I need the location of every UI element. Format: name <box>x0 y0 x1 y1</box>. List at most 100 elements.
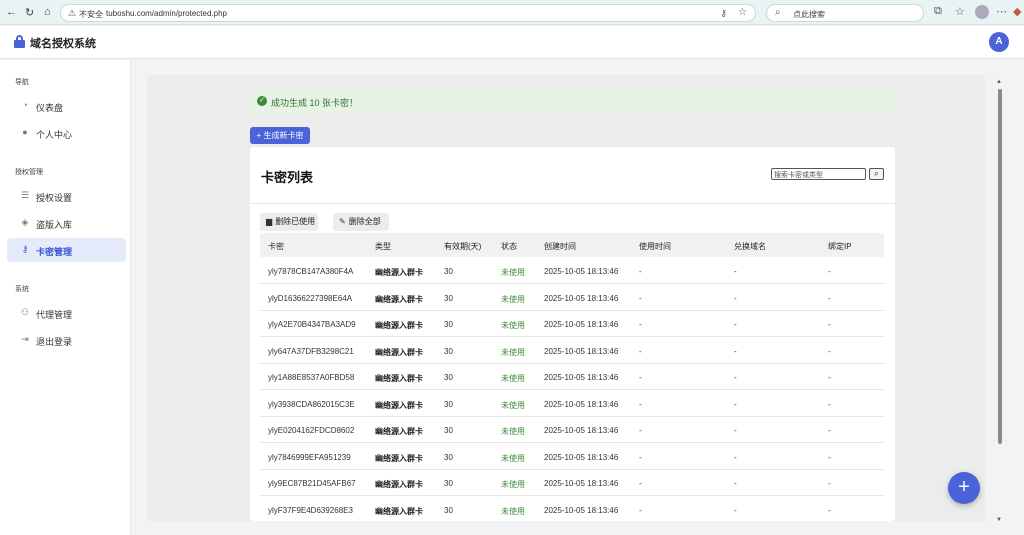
address-bar[interactable]: ⚠ 不安全 tuboshu.com/admin/protected.php ⚷ … <box>60 4 756 22</box>
card-search-placeholder: 搜索卡密或类型 <box>774 172 823 179</box>
used-time-cell: - <box>639 399 642 409</box>
delete-all-button[interactable]: ✎ 删除全部 <box>333 213 389 231</box>
created-time-cell: 2025-10-05 18:13:46 <box>544 267 619 276</box>
logout-icon: ⇥ <box>21 334 29 344</box>
column-header: 创建时间 <box>544 242 576 251</box>
home-icon[interactable]: ⌂ <box>44 6 51 18</box>
domain-cell: - <box>734 293 737 303</box>
created-time-cell: 2025-10-05 18:13:46 <box>544 426 619 435</box>
card-key-cell: ylyA2E70B4347BA3AD9 <box>268 320 356 329</box>
bound-ip-cell: - <box>828 399 831 409</box>
search-icon: ⌕ <box>874 169 879 178</box>
validity-cell: 30 <box>444 479 453 488</box>
scrollbar[interactable]: ▲ ▼ <box>994 75 1006 523</box>
sliders-icon: ☰ <box>20 190 30 200</box>
table-row: ylyE0204162FDCD8602 幽络源入群卡 30 未使用 2025-10-05… <box>260 417 884 443</box>
app-title: 域名授权系统 <box>30 38 96 50</box>
created-time-cell: 2025-10-05 18:13:46 <box>544 346 619 356</box>
table-row: yly1A88E8537A0FBD58 幽络源入群卡 30 未使用 2025-10-05… <box>260 364 884 390</box>
status-cell: 未使用 <box>501 506 525 516</box>
card-list-panel: 卡密列表 搜索卡密或类型 ⌕ ▆ 删除已使用 ✎ 删除全部 卡密 类型 有效期(天)… <box>250 147 895 521</box>
back-icon[interactable]: ← <box>6 6 17 18</box>
refresh-icon[interactable]: ↻ <box>25 6 34 19</box>
add-fab-button[interactable]: + <box>948 472 980 504</box>
card-type-cell: 幽络源入群卡 <box>375 268 423 277</box>
browser-search-placeholder: 点此搜索 <box>793 10 825 19</box>
scroll-down-icon[interactable]: ▼ <box>996 517 1002 523</box>
url-text[interactable]: tuboshu.com/admin/protected.php <box>106 9 227 18</box>
sidebar-item-label: 卡密管理 <box>36 247 73 257</box>
used-time-cell: - <box>639 293 642 303</box>
lock-icon <box>14 35 25 48</box>
key-icon: ⚷ <box>21 244 29 254</box>
success-alert: ✓ 成功生成 10 张卡密！ <box>250 88 895 114</box>
card-key-cell: ylyD16366227398E64A <box>268 293 353 303</box>
trash-icon: ▆ <box>266 217 273 226</box>
column-header: 使用时间 <box>639 242 671 251</box>
key-icon[interactable]: ⚷ <box>720 8 727 19</box>
sidebar-item-profile[interactable]: ● 个人中心 <box>7 121 126 145</box>
more-icon[interactable]: ⋯ <box>996 5 1007 18</box>
broom-icon: ✎ <box>339 217 346 226</box>
bound-ip-cell: - <box>828 426 831 435</box>
status-cell: 未使用 <box>501 294 525 304</box>
table-row: yly9EC87B21D45AFB67 幽络源入群卡 30 未使用 2025-10-05… <box>260 470 884 496</box>
column-header: 绑定IP <box>828 242 852 251</box>
sidebar-item-dashboard[interactable]: ◔ 仪表盘 <box>7 94 126 118</box>
bound-ip-cell: - <box>828 320 831 329</box>
search-icon: ⌕ <box>775 7 781 18</box>
extensions-icon[interactable]: ⧉ <box>934 5 942 18</box>
search-button[interactable]: ⌕ <box>869 168 884 180</box>
domain-cell: - <box>734 346 737 356</box>
validity-cell: 30 <box>444 373 453 382</box>
card-key-cell: yly9EC87B21D45AFB67 <box>268 479 356 488</box>
profile-avatar[interactable] <box>975 5 989 19</box>
star-icon[interactable]: ☆ <box>738 7 747 18</box>
used-time-cell: - <box>639 373 642 382</box>
sidebar-item-label: 个人中心 <box>36 130 73 140</box>
created-time-cell: 2025-10-05 18:13:46 <box>544 293 619 303</box>
status-cell: 未使用 <box>501 453 525 463</box>
favorites-icon[interactable]: ☆ <box>955 5 965 18</box>
browser-search[interactable]: ⌕ 点此搜索 <box>766 4 924 22</box>
card-type-cell: 幽络源入群卡 <box>375 427 423 436</box>
delete-used-button[interactable]: ▆ 删除已使用 <box>260 213 318 231</box>
sidebar-item-cards[interactable]: ⚷ 卡密管理 <box>7 238 126 262</box>
domain-cell: - <box>734 320 737 329</box>
browser-app-icon[interactable]: ◆ <box>1013 5 1021 18</box>
bound-ip-cell: - <box>828 373 831 382</box>
status-cell: 未使用 <box>501 268 525 277</box>
sidebar-item-logout[interactable]: ⇥ 退出登录 <box>7 328 126 352</box>
validity-cell: 30 <box>444 452 453 462</box>
table-row: ylyD16366227398E64A 幽络源入群卡 30 未使用 2025-10-05… <box>260 285 884 311</box>
created-time-cell: 2025-10-05 18:13:46 <box>544 479 619 488</box>
sidebar-item-label: 退出登录 <box>36 337 73 347</box>
status-cell: 未使用 <box>501 347 525 357</box>
domain-cell: - <box>734 373 737 382</box>
sidebar-item-label: 仪表盘 <box>36 103 64 113</box>
app-header: 域名授权系统 A <box>0 26 1024 59</box>
sidebar-item-piracy[interactable]: ◈ 盗版入库 <box>7 211 126 235</box>
validity-cell: 30 <box>444 505 453 515</box>
generate-card-button[interactable]: + 生成新卡密 <box>250 127 310 144</box>
status-cell: 未使用 <box>501 427 525 436</box>
warning-icon: ⚠ <box>68 8 77 18</box>
domain-cell: - <box>734 452 737 462</box>
scroll-up-icon[interactable]: ▲ <box>996 79 1002 85</box>
scrollbar-thumb[interactable] <box>998 89 1002 444</box>
card-search-input[interactable]: 搜索卡密或类型 <box>771 168 866 180</box>
created-time-cell: 2025-10-05 18:13:46 <box>544 452 619 462</box>
table-row: yly3938CDA862015C3E 幽络源入群卡 30 未使用 2025-10-05… <box>260 391 884 417</box>
sidebar-item-label: 代理管理 <box>36 310 73 320</box>
domain-cell: - <box>734 479 737 488</box>
sidebar-item-agents[interactable]: ⚇ 代理管理 <box>7 301 126 325</box>
card-type-cell: 幽络源入群卡 <box>375 506 423 516</box>
validity-cell: 30 <box>444 399 453 409</box>
sidebar-item-auth-settings[interactable]: ☰ 授权设置 <box>7 184 126 208</box>
shield-icon: ◈ <box>21 217 29 227</box>
card-list-title: 卡密列表 <box>261 170 314 185</box>
user-avatar[interactable]: A <box>989 32 1009 52</box>
created-time-cell: 2025-10-05 18:13:46 <box>544 505 619 515</box>
sidebar: 导航 ◔ 仪表盘 ● 个人中心 授权管理 ☰ 授权设置 ◈ 盗版入库 ⚷ 卡密管… <box>0 60 131 535</box>
delete-all-label: 删除全部 <box>348 217 381 226</box>
